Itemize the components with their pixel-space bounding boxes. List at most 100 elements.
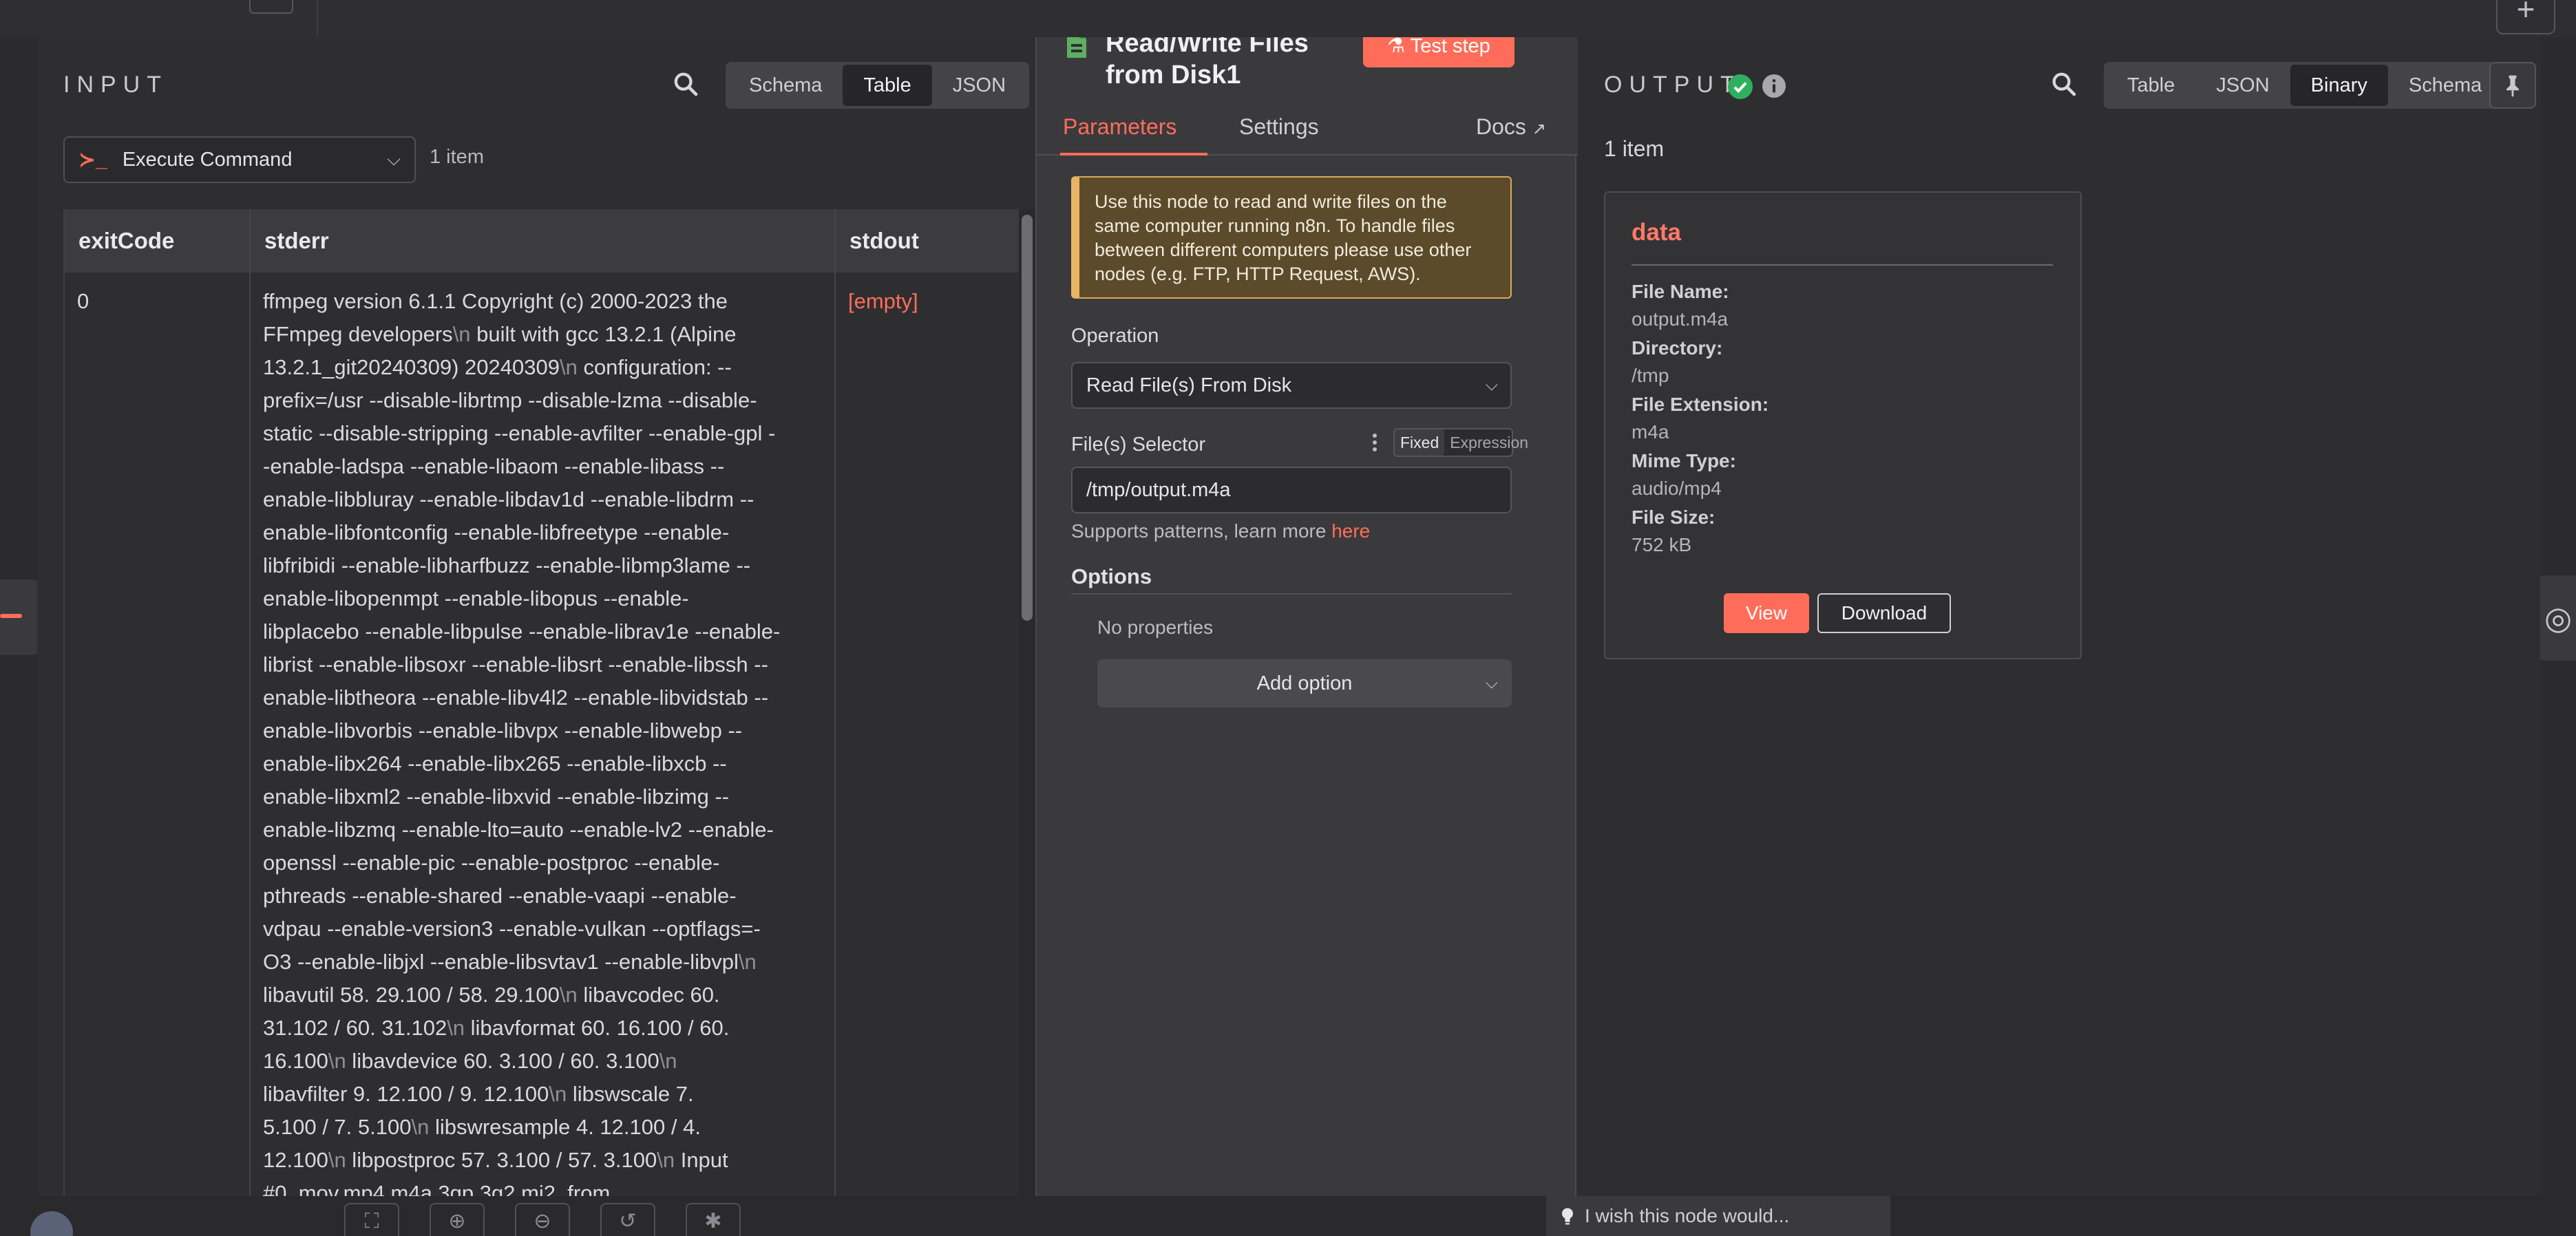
tab-schema[interactable]: Schema	[728, 65, 843, 106]
output-item-count: 1 item	[1604, 136, 1665, 161]
pin-data-button[interactable]	[2489, 62, 2536, 109]
feedback-text: I wish this node would...	[1585, 1205, 1790, 1226]
add-option-button[interactable]: Add option ⌵	[1097, 659, 1512, 707]
stderr-line: #0, mov,mp4,m4a,3gp,3g2,mj2, from	[263, 1181, 611, 1196]
stderr-line: enable-libvorbis --enable-libvpx --enabl…	[263, 718, 743, 743]
file-selector-input[interactable]: /tmp/output.m4a	[1071, 467, 1512, 513]
input-view-tabs: Schema Table JSON	[726, 62, 1030, 109]
active-tab-indicator	[1060, 153, 1207, 156]
stderr-line: 5.100 / 7. 5.100\n libswresample 4. 12.1…	[263, 1115, 701, 1139]
stderr-line: enable-libzmq --enable-lto=auto --enable…	[263, 818, 774, 842]
cell-exitcode: 0	[77, 289, 89, 313]
canvas-node-button[interactable]	[249, 0, 293, 14]
input-item-count: 1 item	[430, 146, 484, 168]
stderr-line: enable-libfontconfig --enable-libfreetyp…	[263, 520, 730, 544]
node-details-modal: INPUT Schema Table JSON ≻_ Execute Comma…	[37, 37, 2540, 1196]
canvas-bottom-bar: ⛶ ⊕ ⊖ ↺ ✱	[0, 1195, 2576, 1236]
mime-type-value: audio/mp4	[1632, 478, 1722, 499]
undo-icon[interactable]: ↺	[600, 1203, 655, 1236]
input-node-select[interactable]: ≻_ Execute Command ⌵	[63, 136, 416, 183]
tab-binary[interactable]: Binary	[2290, 65, 2388, 106]
node-tabs: Parameters Settings Docs ↗	[1037, 110, 1578, 156]
stderr-line: FFmpeg developers\n built with gcc 13.2.…	[263, 322, 737, 346]
add-node-button[interactable]: +	[2496, 0, 2555, 34]
info-icon[interactable]	[1762, 74, 1786, 98]
mode-fixed[interactable]: Fixed	[1395, 429, 1445, 456]
info-notice: Use this node to read and write files on…	[1071, 176, 1512, 299]
binary-data-card: data File Name: output.m4a Directory: /t…	[1604, 191, 2082, 659]
no-properties-text: No properties	[1097, 617, 1214, 638]
column-header-exitcode: exitCode	[78, 228, 175, 253]
table-scrollbar[interactable]	[1019, 209, 1035, 1196]
canvas-divider	[317, 0, 318, 37]
stderr-line: -enable-ladspa --enable-libaom --enable-…	[263, 454, 725, 478]
column-divider	[834, 209, 836, 1196]
operation-select[interactable]: Read File(s) From Disk ⌵	[1071, 362, 1512, 409]
directory-value: /tmp	[1632, 365, 1669, 386]
tab-settings[interactable]: Settings	[1239, 114, 1319, 140]
search-icon[interactable]	[2050, 70, 2078, 98]
cell-stderr: ffmpeg version 6.1.1 Copyright (c) 2000-…	[263, 285, 827, 1196]
tab-table[interactable]: Table	[2107, 65, 2195, 106]
search-icon[interactable]	[672, 70, 699, 98]
stderr-line: enable-libtheora --enable-libv4l2 --enab…	[263, 685, 769, 710]
test-step-button[interactable]: ⚗ Test step	[1363, 37, 1514, 67]
debug-icon[interactable]: ✱	[686, 1203, 741, 1236]
zoom-in-icon[interactable]: ⊕	[430, 1203, 485, 1236]
tab-json[interactable]: JSON	[932, 65, 1026, 106]
directory-label: Directory:	[1632, 337, 1723, 359]
stderr-line: libavfilter 9. 12.100 / 9. 12.100\n libs…	[263, 1082, 694, 1106]
node-title[interactable]: Read/Write Files from Disk1	[1106, 37, 1367, 91]
options-divider	[1071, 593, 1512, 595]
stderr-line: openssl --enable-pic --enable-postproc -…	[263, 851, 720, 875]
output-title: OUTPUT	[1604, 72, 1742, 98]
zoom-out-icon[interactable]: ⊖	[515, 1203, 570, 1236]
chevron-down-icon: ⌵	[387, 149, 401, 169]
stderr-line: pthreads --enable-shared --enable-vaapi …	[263, 884, 737, 908]
input-panel: INPUT Schema Table JSON ≻_ Execute Comma…	[37, 37, 1035, 1196]
tab-json[interactable]: JSON	[2195, 65, 2290, 106]
tab-table[interactable]: Table	[843, 65, 932, 106]
stderr-line: enable-libx264 --enable-libx265 --enable…	[263, 752, 727, 776]
stderr-line: O3 --enable-libjxl --enable-libsvtav1 --…	[263, 950, 757, 974]
tab-docs[interactable]: Docs ↗	[1476, 114, 1546, 140]
more-options-icon[interactable]	[1373, 434, 1378, 453]
stderr-line: libplacebo --enable-libpulse --enable-li…	[263, 619, 781, 643]
tab-schema[interactable]: Schema	[2388, 65, 2502, 106]
left-panel-handle[interactable]	[0, 579, 41, 655]
binary-title-divider	[1632, 264, 2053, 266]
input-table: exitCode stderr stdout 0 ffmpeg version …	[63, 209, 1027, 1196]
view-button[interactable]: View	[1724, 593, 1809, 633]
stderr-line: ffmpeg version 6.1.1 Copyright (c) 2000-…	[263, 289, 728, 313]
stderr-line: librist --enable-libsoxr --enable-libsrt…	[263, 652, 768, 676]
file-extension-label: File Extension:	[1632, 394, 1769, 415]
column-header-stdout: stdout	[849, 228, 919, 253]
stderr-line: static --disable-stripping --enable-avfi…	[263, 421, 776, 445]
fit-view-icon[interactable]: ⛶	[344, 1203, 399, 1236]
terminal-icon: ≻_	[78, 148, 107, 171]
external-link-icon: ↗	[1532, 120, 1546, 138]
stderr-line: 12.100\n libpostproc 57. 3.100 / 57. 3.1…	[263, 1148, 728, 1172]
download-button[interactable]: Download	[1817, 593, 1951, 633]
flask-icon: ⚗	[1387, 37, 1406, 57]
tab-parameters[interactable]: Parameters	[1063, 114, 1176, 140]
hint-link[interactable]: here	[1331, 520, 1370, 542]
feedback-prompt[interactable]: I wish this node would...	[1546, 1196, 1890, 1236]
stderr-line: prefix=/usr --disable-librtmp --disable-…	[263, 388, 757, 412]
stderr-line: enable-libxml2 --enable-libxvid --enable…	[263, 785, 730, 809]
lightbulb-icon	[1562, 1208, 1573, 1225]
table-header: exitCode stderr stdout	[65, 209, 1027, 273]
node-header: Read/Write Files from Disk1 ⚗ Test step …	[1037, 37, 1578, 156]
file-selector-hint: Supports patterns, learn more here	[1071, 520, 1370, 542]
ai-assistant-handle[interactable]: ◎	[2535, 575, 2576, 661]
files-icon	[1067, 37, 1086, 58]
mode-expression[interactable]: Expression	[1444, 429, 1534, 456]
column-divider	[249, 209, 251, 1196]
options-title: Options	[1071, 564, 1152, 588]
value-mode-toggle: Fixed Expression	[1393, 428, 1528, 457]
chevron-down-icon: ⌵	[1485, 376, 1498, 394]
pin-icon	[2506, 75, 2519, 97]
node-parameters-panel: Read/Write Files from Disk1 ⚗ Test step …	[1035, 37, 1578, 1196]
file-size-label: File Size:	[1632, 507, 1715, 528]
stderr-line: enable-libbluray --enable-libdav1d --ena…	[263, 487, 754, 511]
